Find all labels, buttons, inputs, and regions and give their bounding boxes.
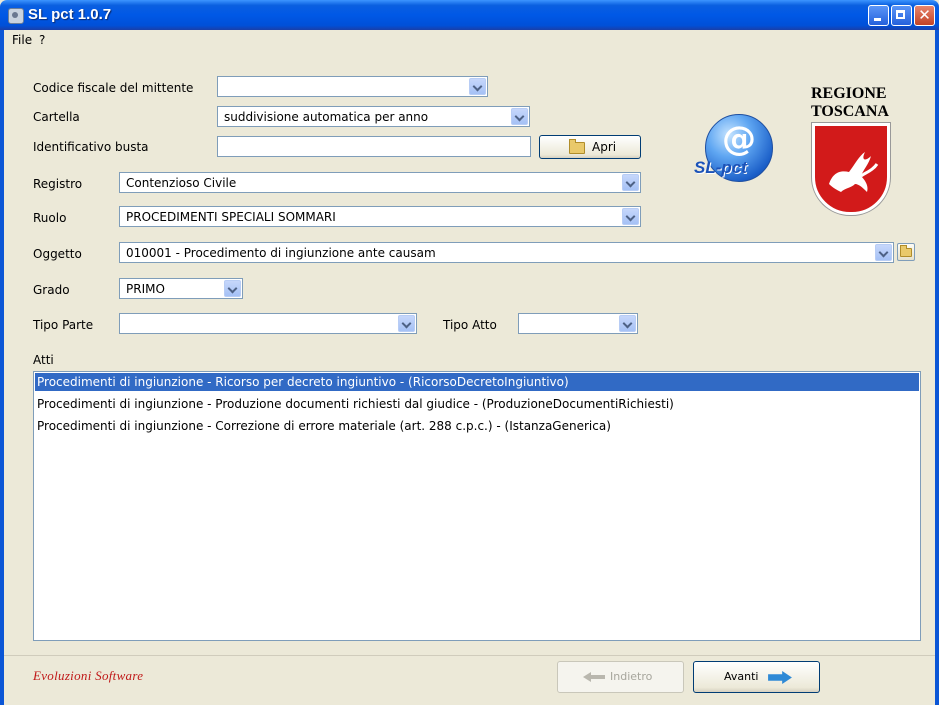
list-item[interactable]: Procedimenti di ingiunzione - Produzione… [35, 395, 919, 413]
vendor-logo: Evoluzioni Software [33, 668, 144, 683]
chevron-down-icon[interactable] [224, 280, 241, 297]
grado-label: Grado [33, 283, 70, 297]
atti-label: Atti [33, 353, 54, 367]
arrow-left-icon [583, 672, 605, 682]
ruolo-value: PROCEDIMENTI SPECIALI SOMMARI [126, 210, 336, 224]
chevron-down-icon[interactable] [622, 208, 639, 225]
registro-label: Registro [33, 177, 83, 191]
window-frame-right [935, 30, 939, 705]
region-name-line1: REGIONE [811, 85, 887, 102]
cartella-label: Cartella [33, 110, 80, 124]
regione-toscana-shield-icon [812, 123, 890, 215]
tipo-parte-label: Tipo Parte [33, 318, 94, 332]
chevron-down-icon[interactable] [469, 78, 486, 95]
avanti-button[interactable]: Avanti [693, 661, 820, 693]
list-item[interactable]: Procedimenti di ingiunzione - Ricorso pe… [35, 373, 919, 391]
folder-icon [900, 245, 912, 257]
pegasus-icon [829, 152, 879, 192]
menu-file[interactable]: File [12, 33, 32, 47]
cartella-value: suddivisione automatica per anno [224, 110, 429, 124]
folder-icon [569, 139, 585, 154]
ruolo-combo[interactable]: PROCEDIMENTI SPECIALI SOMMARI [119, 206, 641, 227]
identificativo-busta-input[interactable] [217, 136, 531, 157]
region-name-line2: TOSCANA [811, 103, 889, 120]
identificativo-label: Identificativo busta [33, 140, 149, 154]
footer-separator [4, 655, 935, 656]
sl-pct-logo-text: SL-pct [694, 158, 747, 177]
close-icon: ✕ [918, 6, 931, 24]
chevron-down-icon[interactable] [622, 174, 639, 191]
ruolo-label: Ruolo [33, 211, 67, 225]
chevron-down-icon[interactable] [875, 244, 892, 261]
window-frame-left [0, 30, 4, 705]
chevron-down-icon[interactable] [619, 315, 636, 332]
registro-value: Contenzioso Civile [126, 176, 237, 190]
codice-fiscale-combo[interactable] [217, 76, 488, 97]
close-button[interactable]: ✕ [914, 5, 935, 26]
oggetto-label: Oggetto [33, 247, 82, 261]
app-icon [8, 8, 24, 24]
avanti-label: Avanti [724, 670, 759, 683]
apri-button[interactable]: Apri [539, 135, 641, 159]
oggetto-combo[interactable]: 010001 - Procedimento di ingiunzione ant… [119, 242, 894, 263]
chevron-down-icon[interactable] [511, 108, 528, 125]
grado-combo[interactable]: PRIMO [119, 278, 243, 299]
maximize-button[interactable] [891, 5, 912, 26]
tipo-atto-combo[interactable] [518, 313, 638, 334]
indietro-label: Indietro [610, 670, 653, 683]
menu-help[interactable]: ? [39, 33, 45, 47]
grado-value: PRIMO [126, 282, 165, 296]
chevron-down-icon[interactable] [398, 315, 415, 332]
oggetto-value: 010001 - Procedimento di ingiunzione ant… [126, 246, 436, 260]
at-icon: @ [722, 119, 756, 159]
window-title: SL pct 1.0.7 [28, 6, 112, 23]
minimize-button[interactable] [868, 5, 889, 26]
cartella-combo[interactable]: suddivisione automatica per anno [217, 106, 530, 127]
indietro-button[interactable]: Indietro [557, 661, 684, 693]
codice-fiscale-label: Codice fiscale del mittente [33, 81, 194, 95]
atti-list[interactable]: Procedimenti di ingiunzione - Ricorso pe… [33, 371, 921, 641]
oggetto-search-button[interactable] [897, 243, 915, 261]
menu-bar: File ? [4, 30, 935, 50]
apri-label: Apri [592, 140, 617, 154]
tipo-atto-label: Tipo Atto [443, 318, 497, 332]
title-bar[interactable]: SL pct 1.0.7 ✕ [0, 0, 939, 30]
list-item[interactable]: Procedimenti di ingiunzione - Correzione… [35, 417, 919, 435]
tipo-parte-combo[interactable] [119, 313, 417, 334]
arrow-right-icon [768, 671, 792, 684]
registro-combo[interactable]: Contenzioso Civile [119, 172, 641, 193]
